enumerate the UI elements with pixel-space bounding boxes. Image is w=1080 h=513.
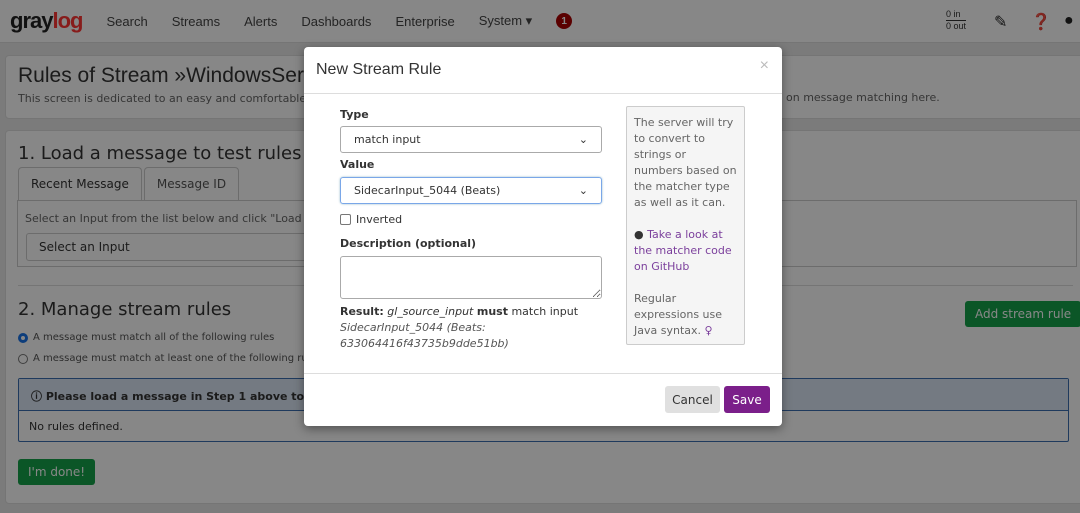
value-select[interactable]: SidecarInput_5044 (Beats) ⌄ [340, 177, 602, 204]
save-button[interactable]: Save [724, 386, 770, 413]
modal-title: New Stream Rule [316, 61, 442, 78]
lightbulb-icon: ♀ [704, 324, 713, 337]
inverted-checkbox[interactable]: Inverted [340, 213, 402, 226]
cancel-button[interactable]: Cancel [665, 386, 720, 413]
chevron-down-icon: ⌄ [578, 184, 588, 197]
new-stream-rule-modal: New Stream Rule × Type match input ⌄ Value… [304, 47, 782, 426]
result-text: Result: gl_source_input must match input… [340, 305, 579, 350]
close-icon[interactable]: × [760, 57, 769, 75]
github-icon: ● [634, 228, 644, 241]
type-select[interactable]: match input ⌄ [340, 126, 602, 153]
help-box: The server will try to convert to string… [626, 106, 745, 345]
github-link[interactable]: Take a look at the matcher code on GitHu… [634, 228, 732, 273]
chevron-down-icon: ⌄ [578, 133, 588, 146]
description-textarea[interactable] [340, 256, 602, 299]
